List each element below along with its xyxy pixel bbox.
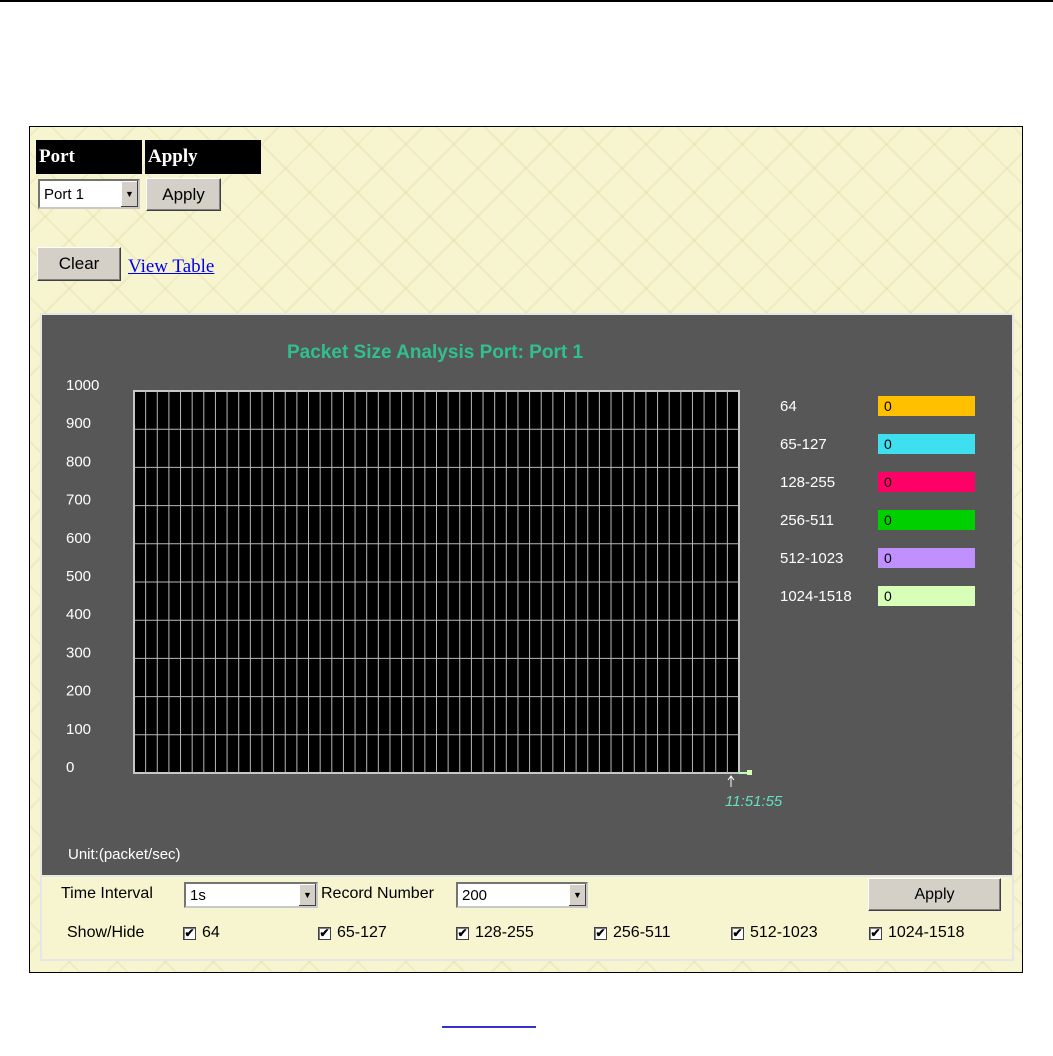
- checkbox-label: 256-511: [613, 924, 671, 941]
- chart-canvas: Packet Size Analysis Port: Port 11000900…: [66, 342, 975, 863]
- chart-title: Packet Size Analysis Port: Port 1: [287, 342, 583, 363]
- apply-port-button[interactable]: Apply: [146, 178, 221, 211]
- legend-swatch: [878, 472, 975, 492]
- legend-label: 256-511: [780, 512, 834, 529]
- chevron-down-icon[interactable]: ▼: [568, 884, 586, 906]
- checkbox-checked-icon[interactable]: ✔: [731, 926, 744, 940]
- port-table-header: Port Apply: [36, 140, 261, 174]
- port-select[interactable]: Port 1 ▼: [38, 179, 140, 209]
- legend-value: 0: [884, 474, 892, 490]
- y-tick-label: 200: [66, 683, 91, 700]
- checkbox-checked-icon[interactable]: ✔: [594, 926, 607, 940]
- legend-value: 0: [884, 436, 892, 452]
- legend-label: 512-1023: [780, 550, 843, 567]
- show-128-255-checkbox[interactable]: ✔ 128-255: [456, 924, 534, 942]
- apply-column-header: Apply: [145, 140, 261, 174]
- checkbox-label: 1024-1518: [888, 924, 965, 941]
- legend-label: 1024-1518: [780, 588, 852, 605]
- packet-size-chart: Packet Size Analysis Port: Port 1 1000 900…: [40, 313, 1014, 877]
- apply-interval-button[interactable]: Apply: [868, 878, 1001, 911]
- y-tick-label: 900: [66, 415, 91, 432]
- legend-value: 0: [884, 588, 892, 604]
- unit-label: Unit:(packet/sec): [68, 846, 181, 863]
- checkbox-checked-icon[interactable]: ✔: [869, 926, 882, 940]
- chart-controls: Time Interval 1s ▼ Record Number 200 ▼ A…: [40, 877, 1014, 961]
- legend-label: 64: [780, 398, 797, 415]
- port-column-header: Port: [36, 140, 142, 174]
- checkbox-label: 65-127: [337, 924, 387, 941]
- checkbox-checked-icon[interactable]: ✔: [318, 926, 331, 940]
- time-interval-select[interactable]: 1s ▼: [184, 882, 318, 908]
- legend-label: 128-255: [780, 474, 835, 491]
- y-tick-label: 800: [66, 453, 91, 470]
- y-tick-label: 600: [66, 530, 91, 547]
- show-1024-1518-checkbox[interactable]: ✔ 1024-1518: [869, 924, 965, 942]
- show-65-127-checkbox[interactable]: ✔ 65-127: [318, 924, 387, 942]
- legend-value: 0: [884, 512, 892, 528]
- checkbox-label: 512-1023: [750, 924, 818, 941]
- clear-button[interactable]: Clear: [37, 247, 121, 281]
- y-tick-label: 1000: [66, 377, 99, 394]
- show-64-checkbox[interactable]: ✔ 64: [183, 924, 220, 942]
- time-interval-value: 1s: [190, 886, 206, 904]
- legend-label: 65-127: [780, 436, 827, 453]
- legend-swatch: [878, 510, 975, 530]
- chevron-down-icon[interactable]: ▼: [120, 181, 138, 207]
- checkbox-checked-icon[interactable]: ✔: [183, 926, 196, 940]
- legend-value: 0: [884, 550, 892, 566]
- checkbox-label: 128-255: [475, 924, 534, 941]
- top-rule: [0, 0, 1053, 2]
- view-table-link[interactable]: View Table: [128, 256, 214, 278]
- port-select-value: Port 1: [44, 185, 85, 203]
- y-tick-label: 0: [66, 759, 74, 776]
- show-256-511-checkbox[interactable]: ✔ 256-511: [594, 924, 671, 942]
- y-tick-label: 700: [66, 492, 91, 509]
- y-tick-label: 400: [66, 606, 91, 623]
- legend-swatch: [878, 548, 975, 568]
- legend-swatch: [878, 434, 975, 454]
- legend-value: 0: [884, 398, 892, 414]
- show-512-1023-checkbox[interactable]: ✔ 512-1023: [731, 924, 818, 942]
- y-tick-label: 500: [66, 568, 91, 585]
- time-interval-label: Time Interval: [61, 885, 153, 902]
- legend-swatch: [878, 586, 975, 606]
- chevron-down-icon[interactable]: ▼: [298, 884, 316, 906]
- record-number-value: 200: [462, 886, 488, 904]
- record-number-select[interactable]: 200 ▼: [456, 882, 588, 908]
- show-hide-label: Show/Hide: [67, 924, 145, 941]
- footer-link-underline: [442, 1026, 536, 1028]
- y-tick-label: 300: [66, 644, 91, 661]
- series-point: [747, 770, 752, 775]
- checkbox-checked-icon[interactable]: ✔: [456, 926, 469, 940]
- checkbox-label: 64: [202, 924, 220, 941]
- legend-swatch: [878, 396, 975, 416]
- record-number-label: Record Number: [321, 885, 434, 902]
- y-tick-label: 100: [66, 721, 91, 738]
- time-axis-label: 11:51:55: [725, 793, 783, 810]
